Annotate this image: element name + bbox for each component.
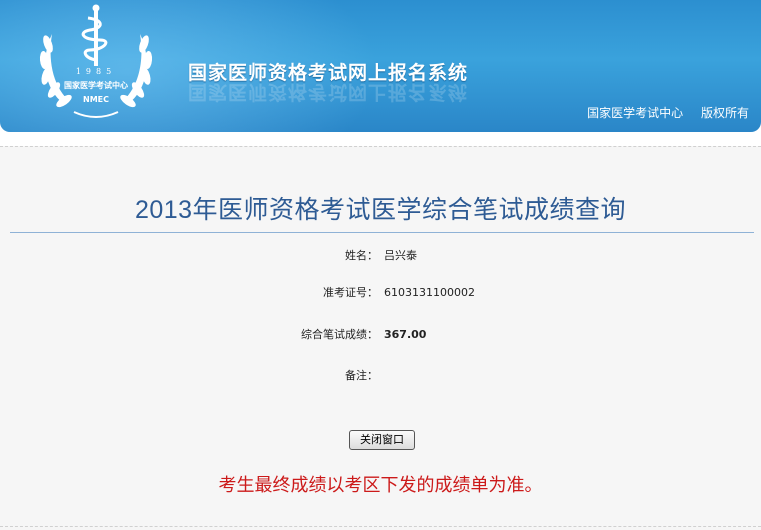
field-row-score: 综合笔试成绩： 367.00 <box>0 326 761 344</box>
field-label: 备注： <box>345 369 378 382</box>
content-panel: 2013年医师资格考试医学综合笔试成绩查询 姓名： 吕兴泰 准考证号： 6103… <box>0 146 761 530</box>
divider-top <box>0 146 761 147</box>
logo-year: 1985 <box>76 67 116 76</box>
org-name: 国家医学考试中心 <box>587 106 684 120</box>
field-label: 准考证号： <box>323 286 378 299</box>
page-title: 2013年医师资格考试医学综合笔试成绩查询 <box>134 196 627 224</box>
rights-text: 版权所有 <box>700 106 749 120</box>
logo-abbr: NMEC <box>83 95 109 104</box>
notice-text: 考生最终成绩以考区下发的成绩单为准。 <box>218 475 543 495</box>
divider-bottom <box>0 526 761 527</box>
field-value: 吕兴泰 <box>384 249 417 262</box>
system-title-reflection: 国家医师资格考试网上报名系统 <box>188 81 469 103</box>
field-row-name: 姓名： 吕兴泰 <box>0 247 761 265</box>
field-label: 综合笔试成绩： <box>301 328 378 341</box>
title-divider <box>10 232 754 233</box>
field-value: 6103131100002 <box>384 286 475 299</box>
logo-name: 国家医学考试中心 <box>64 80 128 90</box>
copyright-line: 国家医学考试中心 版权所有 <box>573 104 749 121</box>
field-label: 姓名： <box>345 249 378 262</box>
header-banner: 1985 国家医学考试中心 NMEC 国家医师资格考试网上报名系统 国家医师资格… <box>0 0 761 132</box>
field-row-remark: 备注： <box>0 367 761 385</box>
close-window-button[interactable]: 关闭窗口 <box>349 430 415 450</box>
field-value: 367.00 <box>384 328 427 341</box>
nmec-logo: 1985 国家医学考试中心 NMEC <box>39 4 153 118</box>
field-row-ticket: 准考证号： 6103131100002 <box>0 284 761 302</box>
